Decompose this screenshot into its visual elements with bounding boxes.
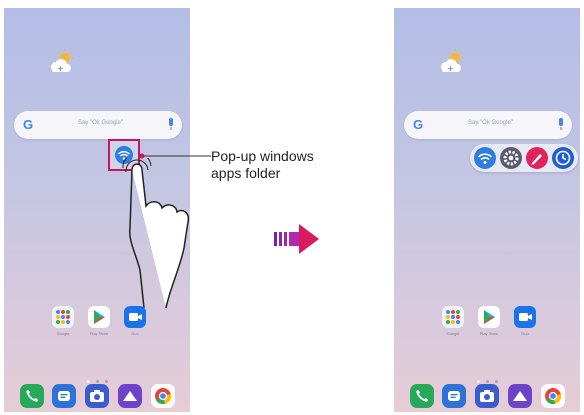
- google-search-bar[interactable]: G Say "Ok Google": [404, 111, 572, 139]
- chrome-icon[interactable]: [151, 384, 175, 408]
- weather-widget-icon[interactable]: +: [436, 48, 466, 78]
- app-label: Google: [56, 331, 70, 336]
- duo-icon[interactable]: [124, 306, 146, 328]
- app-label: Play Store: [479, 331, 499, 336]
- weather-widget-icon[interactable]: +: [46, 48, 76, 78]
- app-label: Duo: [521, 331, 529, 336]
- gallery-icon[interactable]: [508, 384, 532, 408]
- touch-hand-icon: [122, 158, 190, 308]
- settings-icon[interactable]: [500, 147, 522, 169]
- popup-apps-folder[interactable]: [470, 144, 578, 172]
- play-store-icon[interactable]: [88, 306, 110, 328]
- play-store-icon[interactable]: [478, 306, 500, 328]
- messages-icon[interactable]: [52, 384, 76, 408]
- callout-line: [139, 153, 211, 159]
- svg-text:+: +: [57, 64, 64, 73]
- home-screen-before: + G Say "Ok Google" Google Play Store Du…: [4, 8, 190, 412]
- camera-icon[interactable]: [475, 384, 499, 408]
- google-logo: G: [413, 117, 424, 132]
- page-dot: [95, 380, 99, 383]
- clock-icon[interactable]: [552, 147, 574, 169]
- page-dot: [476, 380, 480, 383]
- mic-icon[interactable]: [558, 118, 564, 131]
- wifi-icon[interactable]: [474, 147, 496, 169]
- page-dot: [86, 380, 90, 383]
- page-dot: [104, 380, 108, 383]
- duo-icon[interactable]: [514, 306, 536, 328]
- callout-line1: Pop-up windows: [211, 148, 314, 164]
- app-label: Play Store: [89, 331, 109, 336]
- google-folder-icon[interactable]: [442, 306, 464, 328]
- search-hint: Say "Ok Google": [468, 120, 513, 126]
- edit-icon[interactable]: [526, 147, 548, 169]
- page-dot: [494, 380, 498, 383]
- app-label: Duo: [131, 331, 139, 336]
- transition-arrow-icon: [274, 224, 319, 254]
- search-hint: Say "Ok Google": [78, 120, 123, 126]
- mic-icon[interactable]: [168, 118, 174, 131]
- gallery-icon[interactable]: [118, 384, 142, 408]
- app-label: Google: [446, 331, 460, 336]
- google-search-bar[interactable]: G Say "Ok Google": [14, 111, 182, 139]
- svg-text:+: +: [447, 64, 454, 73]
- home-screen-after: + G Say "Ok Google" Google Play Store Du…: [394, 8, 580, 412]
- google-logo: G: [23, 117, 34, 132]
- google-folder-icon[interactable]: [52, 306, 74, 328]
- camera-icon[interactable]: [85, 384, 109, 408]
- callout-line2: apps folder: [211, 165, 281, 181]
- chrome-icon[interactable]: [541, 384, 565, 408]
- callout-label: Pop-up windows apps folder: [211, 148, 314, 182]
- phone-icon[interactable]: [20, 384, 44, 408]
- messages-icon[interactable]: [442, 384, 466, 408]
- page-dot: [485, 380, 489, 383]
- phone-icon[interactable]: [410, 384, 434, 408]
